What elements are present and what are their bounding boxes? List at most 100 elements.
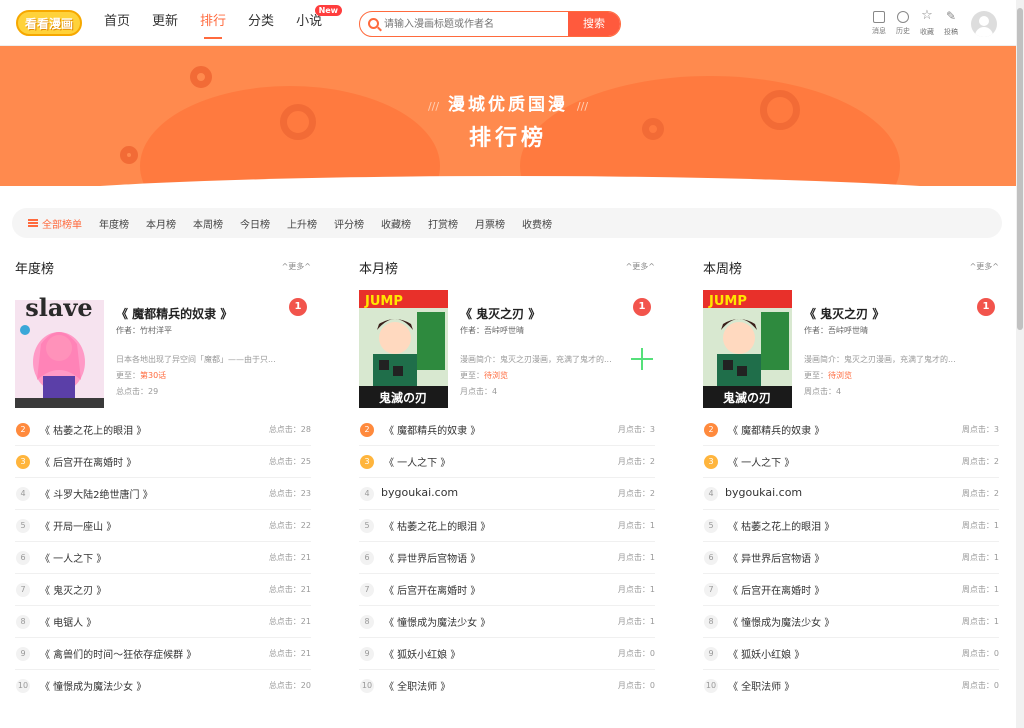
scrollbar-thumb[interactable]	[1017, 8, 1023, 330]
list-item[interactable]: 5 《 枯萎之花上的眼泪 》 周点击：1	[703, 510, 999, 542]
item-count: 总点击：22	[268, 521, 311, 530]
rank-number: 5	[360, 519, 374, 533]
search-input[interactable]	[384, 12, 568, 36]
list-item[interactable]: 3 《 一人之下 》 周点击：2	[703, 446, 999, 478]
item-title: 《 开局一座山 》	[40, 522, 117, 533]
list-item[interactable]: 6 《 异世界后宫物语 》 周点击：1	[703, 542, 999, 574]
list-item[interactable]: 7 《 后宫开在离婚时 》 周点击：1	[703, 574, 999, 606]
search-button[interactable]: 搜索	[568, 12, 620, 36]
list-item[interactable]: 2 《 魔都精兵的奴隶 》 周点击：3	[703, 414, 999, 446]
top-item-update: 更至：第30话	[116, 370, 166, 381]
history-button[interactable]: 历史	[892, 8, 914, 37]
tab-weekly[interactable]: 本周榜	[193, 216, 223, 231]
top-item-title[interactable]: 《 魔都精兵的奴隶 》	[116, 305, 232, 322]
list-item[interactable]: 4 bygoukai.com 月点击：2	[359, 478, 655, 510]
favorites-label: 收藏	[920, 28, 934, 36]
favorites-button[interactable]: ☆ 收藏	[916, 8, 938, 37]
item-count: 周点击：3	[961, 425, 999, 434]
star-icon: ☆	[921, 8, 933, 23]
top-ranked-item[interactable]: JUMP 鬼滅の刃 1 《 鬼灭之刃 》 作者：吾峠呼世晴 漫画简介：鬼灭之刃漫…	[703, 290, 999, 408]
rank-number: 6	[360, 551, 374, 565]
list-item[interactable]: 3 《 后宫开在离婚时 》 总点击：25	[15, 446, 311, 478]
list-item[interactable]: 9 《 狐妖小红娘 》 月点击：0	[359, 638, 655, 670]
more-link[interactable]: ^更多^	[282, 261, 311, 272]
tab-rising[interactable]: 上升榜	[287, 216, 317, 231]
item-title: 《 异世界后宫物语 》	[728, 554, 825, 565]
nav-categories[interactable]: 分类	[240, 0, 282, 46]
list-item[interactable]: 10 《 憧憬成为魔法少女 》 总点击：20	[15, 670, 311, 702]
search-icon	[368, 18, 379, 29]
nav-novels[interactable]: 小说 New	[288, 0, 343, 46]
pen-icon: ✎	[945, 9, 957, 23]
list-item[interactable]: 4 《 斗罗大陆2绝世唐门 》 总点击：23	[15, 478, 311, 510]
comic-cover[interactable]: JUMP 鬼滅の刃	[703, 290, 792, 408]
history-label: 历史	[896, 27, 910, 35]
comic-cover[interactable]: JUMP 鬼滅の刃	[359, 290, 448, 408]
list-item[interactable]: 5 《 开局一座山 》 总点击：22	[15, 510, 311, 542]
nav-home[interactable]: 首页	[96, 0, 138, 46]
top-item-title[interactable]: 《 鬼灭之刃 》	[804, 305, 884, 322]
list-item[interactable]: 6 《 异世界后宫物语 》 月点击：1	[359, 542, 655, 574]
category-tabs: 全部榜单 年度榜 本月榜 本周榜 今日榜 上升榜 评分榜 收藏榜 打赏榜 月票榜…	[12, 208, 1002, 238]
more-link[interactable]: ^更多^	[626, 261, 655, 272]
nav-updates[interactable]: 更新	[144, 0, 186, 46]
list-item[interactable]: 8 《 憧憬成为魔法少女 》 周点击：1	[703, 606, 999, 638]
ranking-list: 2 《 魔都精兵的奴隶 》月点击：3 3 《 一人之下 》月点击：2 4 bygouk…	[359, 414, 655, 702]
list-item[interactable]: 7 《 鬼灭之刃 》 总点击：21	[15, 574, 311, 606]
tab-daily[interactable]: 今日榜	[240, 216, 270, 231]
list-item[interactable]: 2 《 魔都精兵的奴隶 》 月点击：3	[359, 414, 655, 446]
list-item[interactable]: 6 《 一人之下 》 总点击：21	[15, 542, 311, 574]
banner-subtitle-text: 漫城优质国漫	[448, 95, 568, 115]
top-item-update: 更至：待浏览	[460, 370, 508, 381]
avatar[interactable]	[971, 11, 997, 37]
top-ranked-item[interactable]: slave 1 《 魔都精兵的奴隶 》 作者：竹村洋平 日本各地出现了异空间「魔…	[15, 290, 311, 408]
list-item[interactable]: 7 《 后宫开在离婚时 》 月点击：1	[359, 574, 655, 606]
list-item[interactable]: 10 《 全职法师 》 月点击：0	[359, 670, 655, 702]
item-count: 周点击：2	[961, 457, 999, 466]
tab-monthly-tickets[interactable]: 月票榜	[475, 216, 505, 231]
rank-number: 9	[360, 647, 374, 661]
cover-title-text: slave	[25, 293, 92, 322]
top-item-description: 漫画简介：鬼灭之刃漫画，充满了鬼才的...	[460, 355, 612, 364]
list-item[interactable]: 2 《 枯萎之花上的眼泪 》 总点击：28	[15, 414, 311, 446]
item-title: 《 一人之下 》	[384, 458, 451, 469]
page-scrollbar[interactable]	[1016, 0, 1024, 728]
tab-paid[interactable]: 收费榜	[522, 216, 552, 231]
tab-all-rankings-label: 全部榜单	[42, 219, 82, 231]
tab-all-rankings[interactable]: 全部榜单	[28, 216, 82, 231]
update-value[interactable]: 待浏览	[828, 371, 852, 380]
banner-subtitle: /// 漫城优质国漫 ///	[0, 90, 1016, 115]
update-label: 更至：	[460, 371, 484, 380]
rank-number: 6	[16, 551, 30, 565]
item-title: 《 后宫开在离婚时 》	[384, 586, 481, 597]
column-header: 年度榜 ^更多^	[15, 258, 311, 280]
submit-button[interactable]: ✎ 投稿	[940, 8, 962, 37]
plus-icon[interactable]	[631, 348, 653, 370]
ranking-column-yearly: 年度榜 ^更多^ slave 1 《 魔都精兵的奴隶 》 作者：竹村洋平 日本各…	[15, 258, 311, 702]
nav-ranking[interactable]: 排行	[192, 0, 234, 46]
list-item[interactable]: 8 《 憧憬成为魔法少女 》 月点击：1	[359, 606, 655, 638]
update-value[interactable]: 待浏览	[484, 371, 508, 380]
update-value[interactable]: 第30话	[140, 371, 166, 380]
top-item-author: 作者：吾峠呼世晴	[460, 326, 524, 335]
top-item-title[interactable]: 《 鬼灭之刃 》	[460, 305, 540, 322]
tab-favorites[interactable]: 收藏榜	[381, 216, 411, 231]
more-link[interactable]: ^更多^	[970, 261, 999, 272]
tab-tips[interactable]: 打赏榜	[428, 216, 458, 231]
list-item[interactable]: 10 《 全职法师 》 周点击：0	[703, 670, 999, 702]
list-item[interactable]: 9 《 狐妖小红娘 》 周点击：0	[703, 638, 999, 670]
list-item[interactable]: 9 《 禽兽们的时间～狂依存症候群 》 总点击：21	[15, 638, 311, 670]
tab-monthly[interactable]: 本月榜	[146, 216, 176, 231]
list-item[interactable]: 3 《 一人之下 》 月点击：2	[359, 446, 655, 478]
tab-rating[interactable]: 评分榜	[334, 216, 364, 231]
tab-yearly[interactable]: 年度榜	[99, 216, 129, 231]
top-navigation-bar: 看看漫画 首页 更新 排行 分类 小说New 搜索 消息 历史 ☆ 收藏 ✎ 投稿	[0, 0, 1016, 46]
list-item[interactable]: 5 《 枯萎之花上的眼泪 》 月点击：1	[359, 510, 655, 542]
messages-button[interactable]: 消息	[868, 8, 890, 37]
item-count: 周点击：0	[961, 649, 999, 658]
list-item[interactable]: 4 bygoukai.com 周点击：2	[703, 478, 999, 510]
comic-cover[interactable]: slave	[15, 290, 104, 408]
site-logo[interactable]: 看看漫画	[16, 10, 82, 36]
top-ranked-item[interactable]: JUMP 鬼滅の刃 1 《 鬼灭之刃 》 作者：吾峠呼世晴 漫画简介：鬼灭之刃漫…	[359, 290, 655, 408]
list-item[interactable]: 8 《 电锯人 》 总点击：21	[15, 606, 311, 638]
